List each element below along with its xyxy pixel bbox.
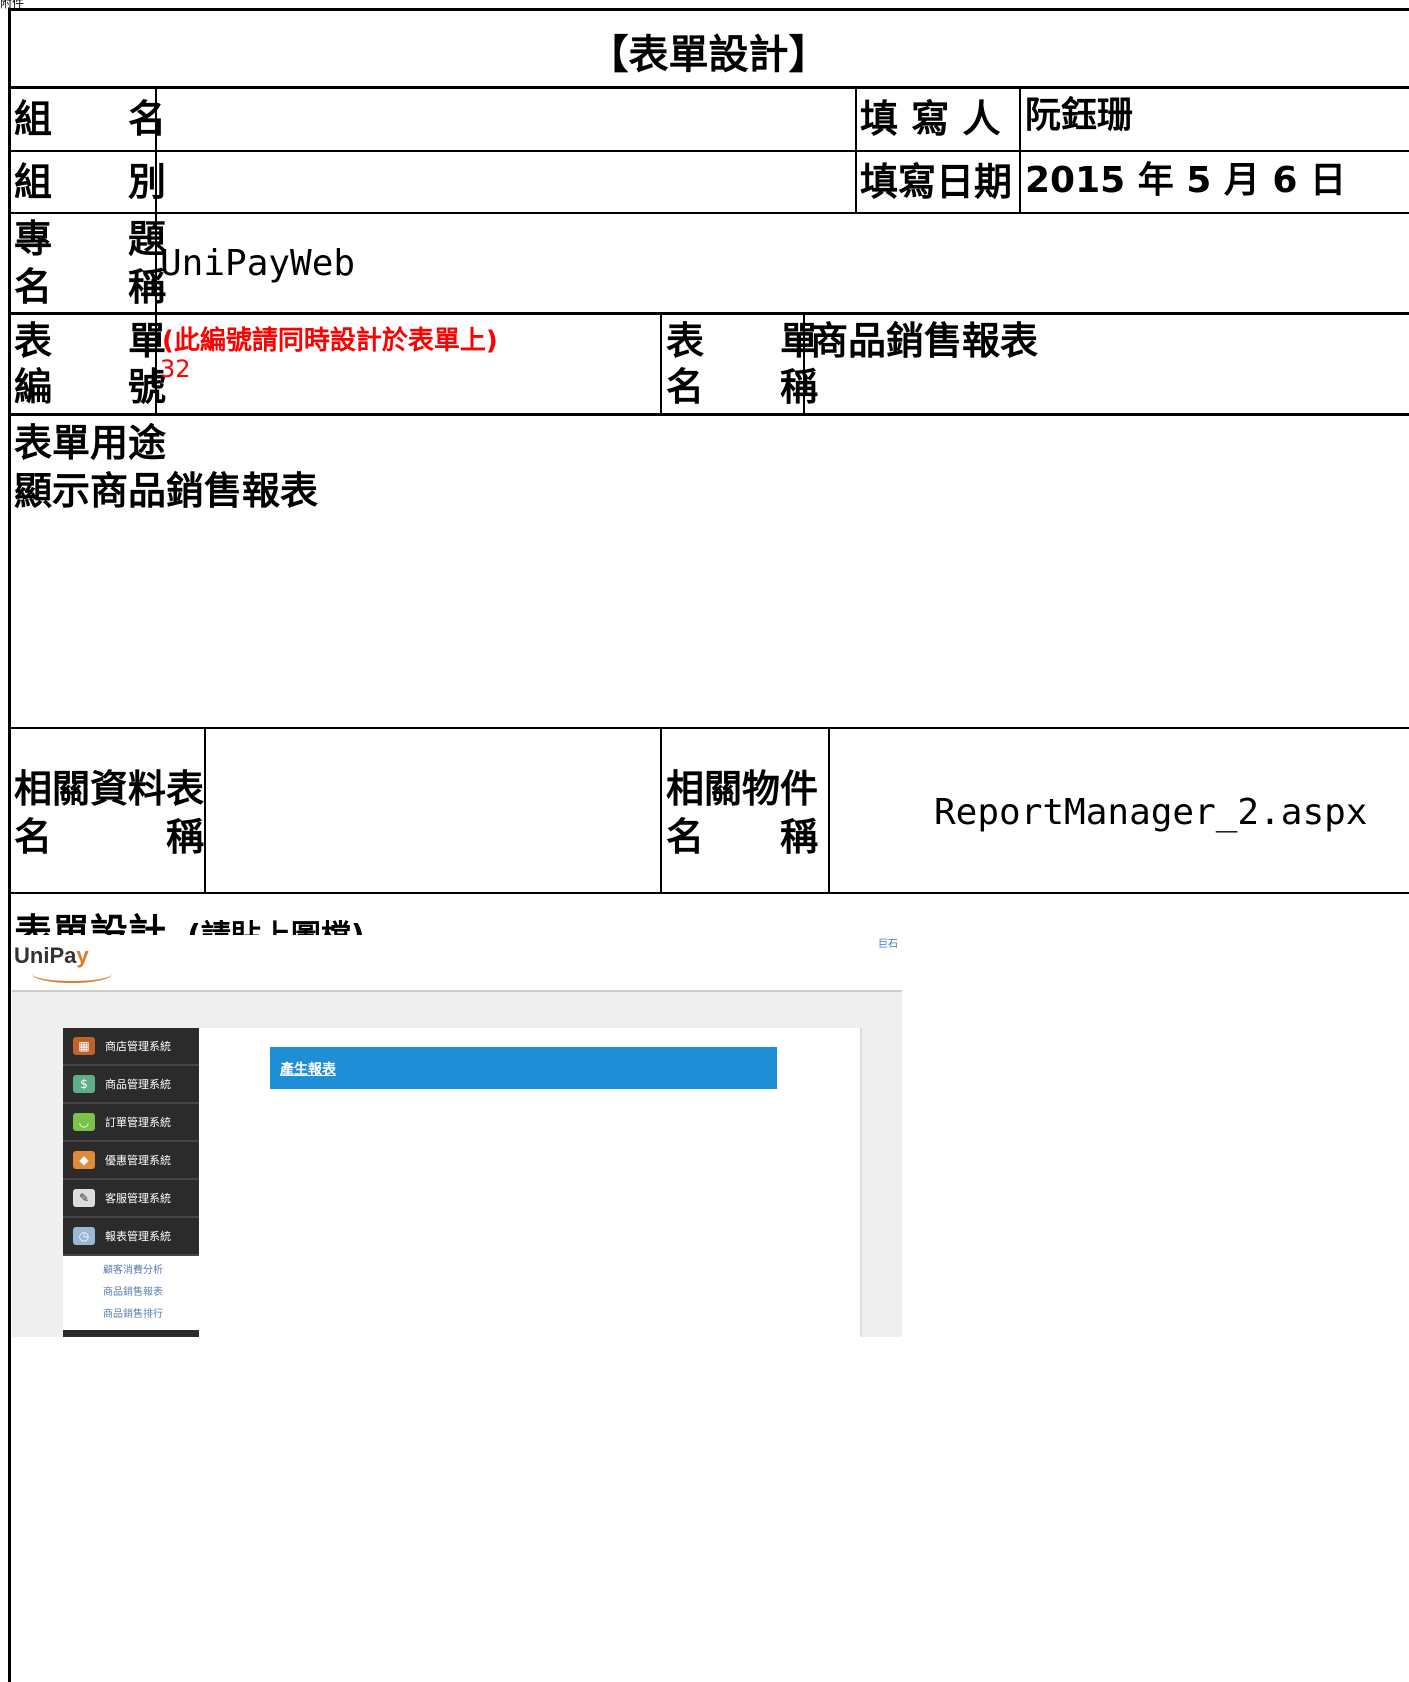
- submenu-item[interactable]: 商品銷售排行: [103, 1304, 199, 1326]
- form-no-label-bottom: 編 號: [14, 365, 167, 409]
- submenu-item[interactable]: 商品銷售報表: [103, 1282, 199, 1304]
- vrule-filler-right: [1019, 86, 1021, 214]
- date-label: 填寫日期: [860, 160, 1013, 204]
- generate-report-bar: 產生報表: [270, 1047, 777, 1089]
- rule-1: [8, 86, 1409, 89]
- topic-label-bottom: 名 稱: [14, 265, 167, 309]
- menu-item-promo[interactable]: ◆ 優惠管理系統: [63, 1142, 199, 1180]
- menu-item-shop[interactable]: ▦ 商店管理系統: [63, 1028, 199, 1066]
- vrule-related-1: [204, 727, 206, 894]
- date-value: 2015 年 5 月 6 日: [1025, 160, 1346, 201]
- generate-report-link[interactable]: 產生報表: [280, 1059, 336, 1079]
- form-no-value: 32: [160, 355, 191, 383]
- topic-value: UniPayWeb: [160, 243, 356, 284]
- note-icon: ✎: [73, 1189, 95, 1207]
- related-object-label-bottom: 名 稱: [666, 815, 819, 859]
- form-name-value: 商品銷售報表: [810, 319, 1039, 363]
- group-label: 組 別: [14, 160, 167, 204]
- vrule-related-2: [660, 727, 662, 894]
- form-no-note: (此編號請同時設計於表單上): [162, 326, 498, 356]
- menu-item-service[interactable]: ✎ 客服管理系統: [63, 1180, 199, 1218]
- rule-3: [8, 212, 1409, 214]
- purpose-label: 表單用途: [14, 421, 167, 465]
- rule-7: [8, 892, 1409, 894]
- topic-label-top: 專 題: [14, 217, 167, 261]
- menu-footer: [63, 1330, 199, 1337]
- form-name-label-top: 表 單: [666, 319, 819, 363]
- bag-icon: $: [73, 1075, 95, 1093]
- related-object-label-top: 相關物件: [666, 767, 819, 811]
- submenu-item[interactable]: 顧客消費分析: [103, 1260, 199, 1282]
- rule-4: [8, 312, 1409, 315]
- form-no-label-top: 表 單: [14, 319, 167, 363]
- group-name-label: 組 名: [14, 97, 167, 141]
- related-table-label-top: 相關資料表: [14, 767, 205, 811]
- shop-icon: ▦: [73, 1037, 95, 1055]
- side-menu: ▦ 商店管理系統 $ 商品管理系統 ◡ 訂單管理系統 ◆ 優惠管理系統 ✎ 客服…: [63, 1028, 199, 1337]
- logo-swoosh: [32, 965, 112, 983]
- vrule-row4-mid: [660, 312, 662, 416]
- rule-2: [8, 150, 1409, 152]
- frame-left: [8, 8, 11, 1682]
- tag-icon: ◆: [73, 1151, 95, 1169]
- menu-item-label: 客服管理系統: [105, 1192, 171, 1205]
- top-link[interactable]: 巨石: [878, 935, 898, 950]
- report-icon: ◷: [73, 1227, 95, 1245]
- filler-value: 阮鈺珊: [1025, 95, 1134, 136]
- related-object-value: ReportManager_2.aspx: [934, 792, 1368, 833]
- basket-icon: ◡: [73, 1113, 95, 1131]
- menu-item-product[interactable]: $ 商品管理系統: [63, 1066, 199, 1104]
- purpose-value: 顯示商品銷售報表: [14, 469, 319, 513]
- design-screenshot: UniPay 巨石 ▦ 商店管理系統 $ 商品管理系統 ◡ 訂單管理系統 ◆ 優…: [12, 935, 902, 1337]
- menu-item-label: 報表管理系統: [105, 1230, 171, 1243]
- menu-item-label: 訂單管理系統: [105, 1116, 171, 1129]
- menu-item-report[interactable]: ◷ 報表管理系統: [63, 1218, 199, 1256]
- frame-top: [8, 8, 1409, 11]
- menu-item-label: 商品管理系統: [105, 1078, 171, 1091]
- related-table-label-bottom: 名 稱: [14, 815, 205, 859]
- page-title: 【表單設計】: [588, 32, 829, 78]
- report-submenu: 顧客消費分析 商品銷售報表 商品銷售排行: [63, 1256, 199, 1330]
- filler-label: 填 寫 人: [860, 97, 1001, 141]
- menu-item-label: 商店管理系統: [105, 1040, 171, 1053]
- vrule-filler-left: [855, 86, 857, 214]
- menu-item-label: 優惠管理系統: [105, 1154, 171, 1167]
- menu-item-order[interactable]: ◡ 訂單管理系統: [63, 1104, 199, 1142]
- rule-5: [8, 413, 1409, 416]
- rule-6: [8, 727, 1409, 729]
- form-name-label-bottom: 名 稱: [666, 365, 819, 409]
- vrule-related-3: [828, 727, 830, 894]
